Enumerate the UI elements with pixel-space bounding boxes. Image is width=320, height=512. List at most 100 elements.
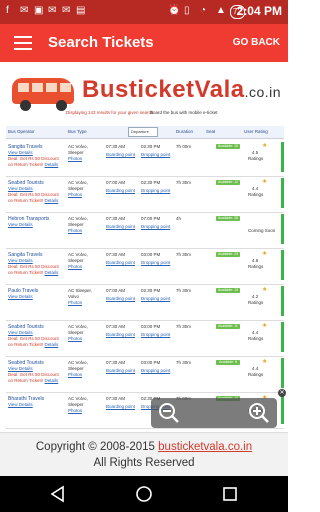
deal-details-link[interactable]: Details [45, 342, 59, 347]
deal-details-link[interactable]: Details [45, 198, 59, 203]
go-back-button[interactable]: GO BACK [233, 37, 280, 48]
table-row[interactable]: Seabird Tourists View Details Deal: Get Rs… [6, 176, 284, 213]
select-seat-bar[interactable] [281, 394, 284, 424]
back-icon[interactable] [48, 484, 68, 504]
zoom-in-icon[interactable] [247, 401, 271, 425]
photos-link[interactable]: Photos [68, 336, 82, 342]
seats-available-badge[interactable]: Available: 15 [216, 144, 240, 149]
boarding-point-link[interactable]: Boarding point [106, 368, 135, 374]
photos-link[interactable]: Photos [68, 264, 82, 270]
deal-text: Deal: Get Rs 50 Discount on Return Ticke… [8, 156, 59, 167]
zoom-out-icon[interactable] [157, 401, 181, 425]
select-seat-bar[interactable] [281, 358, 284, 388]
select-seat-bar[interactable] [281, 178, 284, 208]
wifi-icon: ◔ [200, 5, 207, 16]
departure-time: 07:30 AM [106, 252, 126, 257]
webview-content[interactable]: BusticketVala.co.in Displaying 143 resul… [0, 62, 288, 432]
app-bar: Search Tickets GO BACK [0, 24, 288, 62]
select-seat-bar[interactable] [281, 214, 284, 244]
view-details-link[interactable]: View Details [8, 222, 33, 228]
dropping-point-link[interactable]: Dropping point [141, 332, 170, 338]
table-row[interactable]: Sangita Travels View Details Deal: Get Rs … [6, 140, 284, 177]
boarding-point-link[interactable]: Boarding point [106, 260, 135, 266]
rating-star-icon: ★ [262, 143, 268, 149]
arrival-time: 07:00 PM [141, 216, 161, 221]
boarding-point-link[interactable]: Boarding point [106, 152, 135, 158]
rating-star-icon: ★ [262, 251, 268, 257]
view-details-link[interactable]: View Details [8, 294, 33, 300]
col-seat: Seat [206, 129, 216, 134]
ratings-count: Ratings [248, 192, 264, 197]
boarding-point-link[interactable]: Boarding point [106, 404, 135, 410]
bus-type: AC Volvo, Sleeper [68, 252, 88, 263]
results-count-text: Displaying 143 results for your given se… [66, 110, 154, 115]
seats-available-badge[interactable]: Available: 28 [216, 216, 240, 221]
col-duration: Duration [176, 129, 194, 134]
seats-available-badge[interactable]: Available: 19 [216, 288, 240, 293]
recents-icon[interactable] [220, 484, 240, 504]
email-icon: ✉ [62, 5, 71, 16]
view-details-link[interactable]: View Details [8, 402, 33, 408]
bus-type: AC Volvo, Sleeper [68, 360, 88, 371]
dropping-point-link[interactable]: Dropping point [141, 188, 170, 194]
email-icon: ✉ [48, 5, 57, 16]
seats-available-badge[interactable]: Available: 8 [216, 360, 240, 365]
boarding-point-link[interactable]: Boarding point [106, 332, 135, 338]
deal-details-link[interactable]: Details [45, 378, 59, 383]
site-logo[interactable]: BusticketVala.co.in [8, 68, 281, 116]
seats-available-badge[interactable]: Available: 23 [216, 252, 240, 257]
boarding-point-link[interactable]: Boarding point [106, 224, 135, 230]
dropping-point-link[interactable]: Dropping point [141, 296, 170, 302]
vibrate-icon: ▯ [184, 5, 190, 16]
bus-type: AC Volvo, Sleeper [68, 216, 88, 227]
deal-details-link[interactable]: Details [45, 270, 59, 275]
deal-text: Deal: Get Rs 50 Discount on Return Ticke… [8, 192, 59, 203]
departure-time: 07:00 AM [106, 180, 126, 185]
table-row[interactable]: Seabird Tourists View Details Deal: Get Rs… [6, 320, 284, 357]
deal-details-link[interactable]: Details [45, 162, 59, 167]
dropping-point-link[interactable]: Dropping point [141, 152, 170, 158]
photos-link[interactable]: Photos [68, 192, 82, 198]
ratings-count: Ratings [248, 300, 264, 305]
arrival-time: 02:30 PM [141, 180, 161, 185]
photo-icon: ▣ [34, 5, 44, 16]
seats-available-badge[interactable]: Available: 12 [216, 180, 240, 185]
photos-link[interactable]: Photos [68, 372, 82, 378]
select-seat-bar[interactable] [281, 142, 284, 172]
deal-text: Deal: Get Rs 50 Discount on Return Ticke… [8, 336, 59, 347]
close-ad-icon[interactable]: ✕ [278, 389, 286, 397]
col-type: Bus Type [68, 129, 87, 134]
boarding-point-link[interactable]: Boarding point [106, 296, 135, 302]
bus-type: AC Volvo, Sleeper [68, 180, 88, 191]
ratings-count: Ratings [248, 336, 264, 341]
table-row[interactable]: Paulo Travels View Details AC Sleeper, Vol… [6, 284, 284, 321]
table-row[interactable]: Seabird Tourists View Details Deal: Get Rs… [6, 356, 284, 393]
menu-icon[interactable] [14, 36, 32, 50]
select-seat-bar[interactable] [281, 286, 284, 316]
select-seat-bar[interactable] [281, 250, 284, 280]
departure-time: 07:00 AM [106, 288, 126, 293]
footer-site-link[interactable]: busticketvala.co.in [158, 441, 252, 453]
board-text: Board the bus with mobile e-ticket [150, 110, 218, 115]
sort-departure-select[interactable]: Departure [128, 127, 158, 137]
footer: Copyright © 2008-2015 busticketvala.co.i… [0, 432, 288, 477]
select-seat-bar[interactable] [281, 322, 284, 352]
photos-link[interactable]: Photos [68, 300, 82, 306]
deal-text: Deal: Get Rs 50 Discount on Return Ticke… [8, 372, 59, 383]
table-row[interactable]: Hebron Transports View Details AC Volvo, S… [6, 212, 284, 249]
arrival-time: 03:00 PM [141, 252, 161, 257]
table-row[interactable]: Sangita Travels View Details Deal: Get Rs … [6, 248, 284, 285]
ratings-count: Ratings [248, 264, 264, 269]
deal-text: Deal: Get Rs 50 Discount on Return Ticke… [8, 264, 59, 275]
home-icon[interactable] [134, 484, 154, 504]
boarding-point-link[interactable]: Boarding point [106, 188, 135, 194]
dropping-point-link[interactable]: Dropping point [141, 260, 170, 266]
dropping-point-link[interactable]: Dropping point [141, 368, 170, 374]
photos-link[interactable]: Photos [68, 408, 82, 414]
duration: 7h 30m [176, 288, 192, 293]
seats-available-badge[interactable]: Available: 11 [216, 324, 240, 329]
photos-link[interactable]: Photos [68, 228, 82, 234]
ratings-count: Ratings [248, 372, 264, 377]
photos-link[interactable]: Photos [68, 156, 82, 162]
dropping-point-link[interactable]: Dropping point [141, 224, 170, 230]
